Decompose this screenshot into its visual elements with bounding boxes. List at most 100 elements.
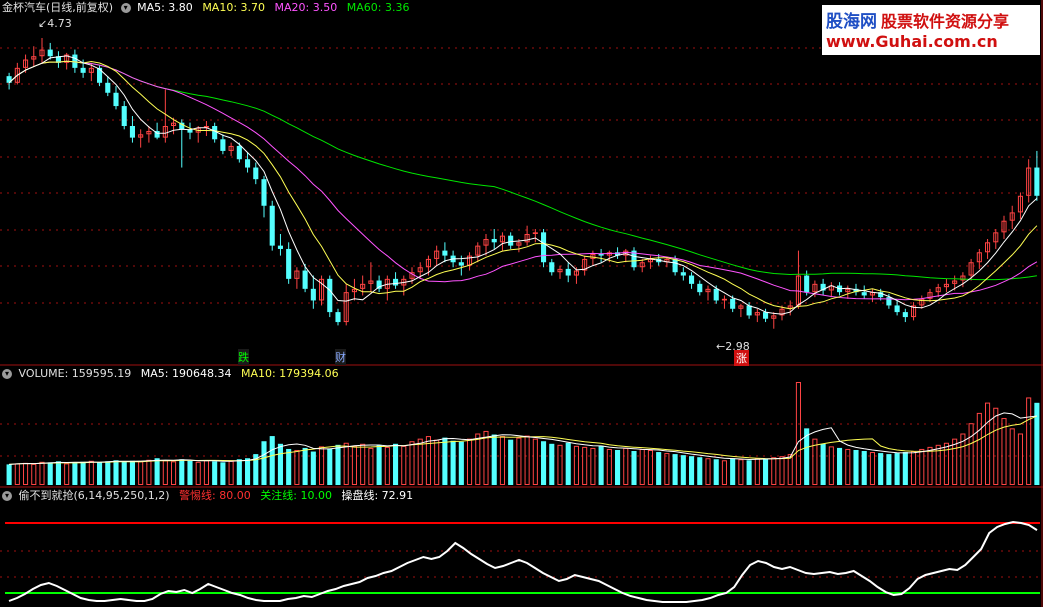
candle-down (105, 82, 111, 93)
volume-bar-down (508, 439, 514, 485)
volume-bar-down (442, 437, 448, 485)
volume-bar-down (154, 458, 160, 485)
volume-ma10-label: MA10: 179394.06 (240, 367, 339, 380)
volume-bar-up (795, 382, 801, 485)
volume-bar-up (985, 402, 991, 486)
indicator-panel-header: ▾ 偷不到就抢(6,14,95,250,1,2) 警惕线: 80.00 关注线:… (2, 489, 413, 503)
candle-down (713, 288, 719, 301)
volume-bar-up (64, 463, 70, 485)
ma20-label: MA20: 3.50 (274, 1, 338, 14)
candle-down (72, 54, 78, 68)
candle-down (376, 280, 382, 289)
event-label-fall[interactable]: 跌 (238, 349, 249, 365)
volume-bar-up (1026, 397, 1032, 486)
watermark-brand: 股海网 (826, 12, 877, 32)
candle-down (220, 139, 226, 151)
volume-bar-up (171, 461, 177, 485)
volume-bar-up (779, 456, 785, 486)
volume-bar-down (615, 449, 621, 485)
volume-bar-down (269, 436, 275, 485)
candle-down (804, 275, 810, 293)
trade-line (8, 520, 1038, 603)
volume-bar-down (179, 459, 185, 485)
candle-down (689, 275, 695, 284)
volume-bar-down (121, 461, 127, 485)
warn-line-label: 警惕线: 80.00 (179, 489, 251, 502)
volume-bar-down (730, 458, 736, 485)
candle-down (894, 305, 900, 313)
low-arrow-icon: ← (716, 340, 726, 353)
volume-bar-up (417, 438, 423, 485)
volume-bar-up (467, 438, 473, 485)
volume-bar-down (878, 453, 884, 485)
settings-icon[interactable]: ▾ (2, 491, 12, 501)
price-panel-title: 金杯汽车(日线,前复权) (2, 1, 114, 14)
volume-bar-up (146, 459, 152, 486)
candle-down (1034, 167, 1040, 196)
volume-bar-down (286, 448, 292, 485)
stock-chart (0, 0, 1043, 607)
volume-bar-up (138, 461, 144, 485)
volume-bar-up (351, 445, 357, 485)
candle-down (491, 238, 497, 243)
volume-bar-up (557, 444, 563, 485)
volume-bar-down (680, 455, 686, 485)
volume-bar-down (97, 462, 103, 485)
candle-down (121, 106, 127, 126)
volume-bar-up (1009, 428, 1015, 486)
settings-icon[interactable]: ▾ (2, 369, 12, 379)
candle-down (763, 312, 769, 319)
focus-line-label: 关注线: 10.00 (260, 489, 332, 502)
candle-down (80, 67, 86, 73)
volume-bar-up (845, 448, 851, 486)
volume-bar-up (368, 447, 374, 486)
candle-down (261, 179, 267, 206)
volume-bar-up (532, 438, 538, 485)
candle-down (697, 283, 703, 293)
volume-bar-down (672, 454, 678, 485)
volume-bar-down (327, 448, 333, 485)
candle-down (393, 278, 399, 286)
volume-bar-down (1034, 402, 1040, 485)
volume-bar-up (590, 447, 596, 486)
volume-bar-down (335, 444, 341, 485)
ma10-label: MA10: 3.70 (202, 1, 266, 14)
volume-bar-down (763, 459, 769, 485)
candle-down (458, 262, 464, 266)
watermark-url: www.Guhai.com.cn (826, 32, 998, 51)
volume-bar-up (869, 452, 875, 486)
volume-bar-down (697, 457, 703, 485)
event-label-rise[interactable]: 涨 (734, 350, 749, 366)
volume-bar-up (31, 463, 37, 486)
volume-bar-up (582, 446, 588, 486)
volume-bar-down (261, 441, 267, 485)
volume-bar-down (491, 434, 497, 485)
volume-bar-up (705, 458, 711, 486)
volume-bar-down (894, 453, 900, 485)
volume-bar-down (393, 443, 399, 485)
volume-bar-up (162, 460, 168, 485)
candle-down (508, 235, 514, 246)
candle-down (310, 288, 316, 301)
ma10-line (8, 60, 1038, 310)
volume-bar-down (80, 461, 86, 485)
volume-bar-down (861, 451, 867, 485)
volume-bar-up (39, 461, 45, 486)
candle-down (47, 49, 53, 57)
volume-bar-up (203, 460, 209, 485)
volume-bar-down (713, 459, 719, 485)
volume-bar-down (820, 443, 826, 485)
settings-icon[interactable]: ▾ (120, 3, 131, 13)
candle-down (253, 167, 259, 180)
candle-down (277, 245, 283, 249)
volume-bar-up (927, 446, 933, 486)
candle-up (721, 298, 727, 301)
volume-bar-up (639, 448, 645, 486)
event-label-finance[interactable]: 财 (335, 349, 346, 365)
volume-bar-up (195, 461, 201, 486)
volume-bar-up (911, 451, 917, 486)
volume-bar-down (220, 462, 226, 485)
volume-bar-down (902, 452, 908, 485)
volume-bar-up (771, 457, 777, 486)
volume-bar-up (483, 430, 489, 485)
